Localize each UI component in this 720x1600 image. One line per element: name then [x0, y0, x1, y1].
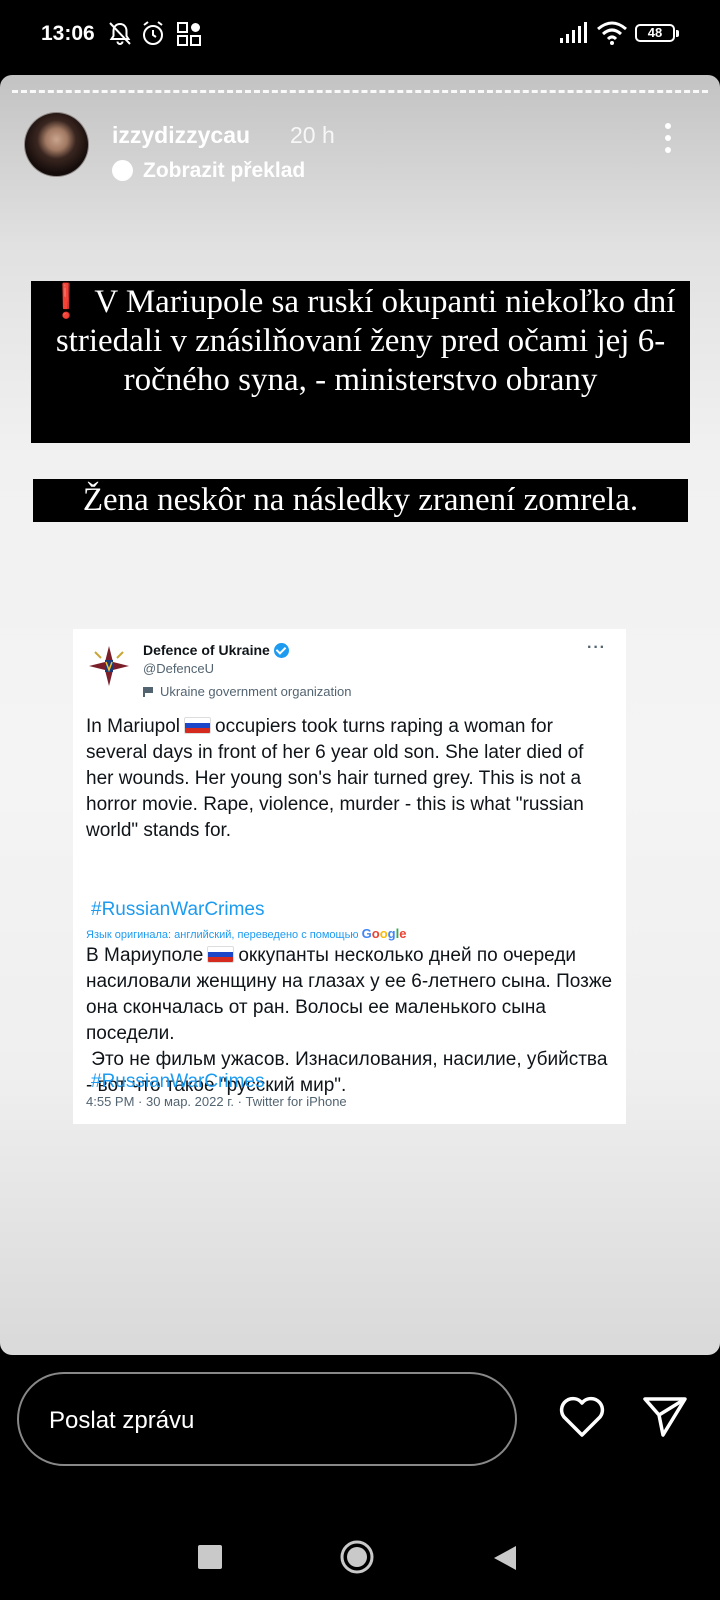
more-options-icon[interactable]: [664, 123, 672, 163]
heart-icon[interactable]: [558, 1395, 606, 1439]
translate-link[interactable]: Zobrazit překlad: [112, 159, 305, 183]
tweet-author-name: Defence of Ukraine: [143, 642, 289, 658]
verified-badge-icon: [273, 643, 289, 658]
alarm-icon: [143, 21, 163, 45]
home-button[interactable]: [340, 1540, 374, 1574]
story-age: 20 h: [290, 122, 335, 148]
tweet-org-label: Ukraine government organization: [143, 684, 352, 699]
story-card[interactable]: izzydizzycau 20 h Zobrazit překlad ❗ V M…: [0, 75, 720, 1355]
translate-label: Zobrazit překlad: [143, 159, 306, 182]
tweet-more-icon: ···: [587, 639, 606, 656]
status-time: 13:06: [41, 22, 95, 45]
wifi-icon: [597, 21, 627, 45]
story-username[interactable]: izzydizzycau: [112, 122, 250, 149]
translation-note: Язык оригинала: английский, переведено с…: [86, 926, 407, 941]
tweet-handle: @DefenceU: [143, 661, 215, 676]
story-caption-main: ❗ V Mariupole sa ruskí okupanti niekoľko…: [31, 281, 690, 443]
tweet-screenshot: Defence of Ukraine @DefenceU Ukraine gov…: [73, 629, 626, 1124]
translate-icon: [112, 160, 133, 181]
status-bar: 13:06 48: [0, 0, 720, 70]
russia-flag-icon: [184, 717, 211, 734]
tweet-text: In Mariupol occupiers took turns raping a…: [86, 716, 584, 841]
defence-emblem-icon: [89, 646, 129, 686]
recents-button[interactable]: [198, 1545, 222, 1569]
flag-icon: [143, 687, 155, 697]
send-icon[interactable]: [641, 1395, 689, 1439]
google-logo: Google: [361, 926, 407, 941]
story-caption-second: Žena neskôr na následky zranení zomrela.: [33, 479, 688, 522]
tweet-hashtag: #RussianWarCrimes: [91, 899, 265, 920]
exclamation-icon: ❗: [45, 284, 87, 320]
back-button[interactable]: [492, 1544, 518, 1572]
story-progress-bar: [12, 90, 708, 93]
avatar[interactable]: [24, 112, 89, 177]
message-placeholder: Poslat zprávu: [49, 1407, 195, 1434]
signal-icon: [560, 22, 587, 43]
tweet-translated-hashtag: #RussianWarCrimes: [91, 1071, 265, 1092]
apps-icon: [177, 22, 201, 46]
tweet-meta: 4:55 PM · 30 мар. 2022 г. · Twitter for …: [86, 1094, 347, 1109]
caption-main-text: V Mariupole sa ruskí okupanti niekoľko d…: [55, 284, 676, 398]
bell-muted-icon: [109, 22, 131, 45]
russia-flag-icon: [207, 946, 235, 963]
message-input[interactable]: Poslat zprávu: [17, 1372, 517, 1466]
battery-icon: 48: [635, 24, 679, 42]
system-nav-bar: [0, 1510, 720, 1600]
